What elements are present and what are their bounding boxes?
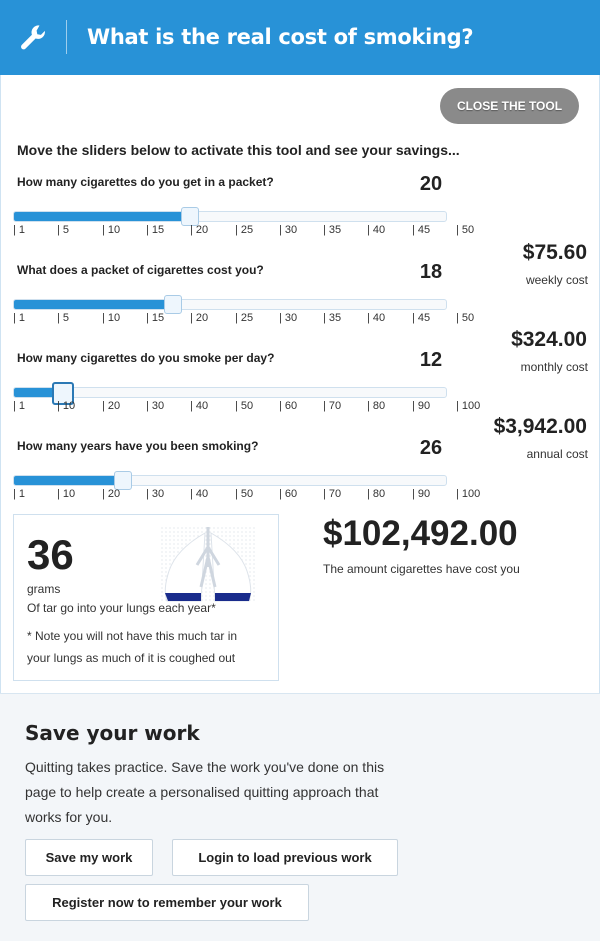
slider-value-packet-cost: 18 xyxy=(419,261,443,283)
tick-label: | 15 xyxy=(146,224,165,236)
slider-fill xyxy=(14,300,173,309)
tick-label: | 60 xyxy=(279,488,298,500)
tick-label: | 5 xyxy=(57,224,70,236)
tick-label: | 100 xyxy=(456,400,481,412)
close-tool-button[interactable]: CLOSE THE TOOL xyxy=(440,88,579,124)
save-title: Save your work xyxy=(25,721,200,745)
slider-ticks-packet-cost: | 1 | 5 | 10 | 15 | 20 | 25 | 30 | 35 | 40 | 45 | … xyxy=(13,312,475,326)
save-description: Quitting takes practice. Save the work y… xyxy=(25,759,385,825)
tick-label: | 20 xyxy=(190,224,209,236)
tick-label: | 5 xyxy=(57,312,70,324)
tar-amount: 36 xyxy=(27,531,74,578)
tick-label: | 90 xyxy=(412,400,431,412)
header-divider xyxy=(66,20,67,54)
total-cost-label: The amount cigarettes have cost you xyxy=(323,562,520,576)
tar-unit: grams xyxy=(27,582,61,596)
tick-label: | 10 xyxy=(102,224,121,236)
tick-label: | 1 xyxy=(13,400,26,412)
tick-label: | 25 xyxy=(235,312,254,324)
slider-ticks-per-day: | 1 | 10 | 20 | 30 | 40 | 50 | 60 | 70 | 80 | 90 |… xyxy=(13,400,480,414)
tick-label: | 70 xyxy=(323,400,342,412)
tick-label: | 50 xyxy=(456,312,475,324)
slider-question-per-day: How many cigarettes do you smoke per day… xyxy=(17,351,275,365)
tick-label: | 1 xyxy=(13,224,26,236)
lungs-icon xyxy=(161,527,255,603)
tick-label: | 20 xyxy=(102,488,121,500)
save-section: Save your work Quitting takes practice. … xyxy=(0,693,600,941)
slider-ticks-packet-size: | 1 | 5 | 10 | 15 | 20 | 25 | 30 | 35 | 40 | 45 | … xyxy=(13,224,475,238)
slider-fill xyxy=(14,212,190,221)
tick-label: | 35 xyxy=(323,224,342,236)
tick-label: | 10 xyxy=(102,312,121,324)
tick-label: | 20 xyxy=(102,400,121,412)
tick-label: | 70 xyxy=(323,488,342,500)
slider-track-packet-cost[interactable] xyxy=(13,295,447,314)
header-bar: What is the real cost of smoking? xyxy=(0,0,600,75)
wrench-icon xyxy=(21,25,45,50)
tick-label: | 45 xyxy=(412,224,431,236)
page-title: What is the real cost of smoking? xyxy=(87,25,474,49)
tick-label: | 80 xyxy=(367,400,386,412)
save-my-work-button[interactable]: Save my work xyxy=(25,839,153,876)
tar-panel: 36 grams Of tar go into your lungs each … xyxy=(13,514,279,681)
slider-track-years[interactable] xyxy=(13,471,447,490)
tick-label: | 50 xyxy=(456,224,475,236)
tar-description: Of tar go into your lungs each year* xyxy=(27,601,216,615)
annual-cost-label: annual cost xyxy=(526,447,588,461)
register-button[interactable]: Register now to remember your work xyxy=(25,884,309,921)
tick-label: | 50 xyxy=(235,488,254,500)
tick-label: | 100 xyxy=(456,488,481,500)
tick-label: | 20 xyxy=(190,312,209,324)
tick-label: | 40 xyxy=(190,488,209,500)
slider-question-packet-cost: What does a packet of cigarettes cost yo… xyxy=(17,263,264,277)
slider-question-packet-size: How many cigarettes do you get in a pack… xyxy=(17,175,274,189)
intro-text: Move the sliders below to activate this … xyxy=(17,142,460,158)
tick-label: | 30 xyxy=(279,224,298,236)
slider-value-packet-size: 20 xyxy=(419,173,443,195)
tick-label: | 40 xyxy=(367,312,386,324)
tick-label: | 90 xyxy=(412,488,431,500)
monthly-cost-label: monthly cost xyxy=(520,360,588,374)
tick-label: | 35 xyxy=(323,312,342,324)
slider-value-per-day: 12 xyxy=(419,349,443,371)
monthly-cost-value: $324.00 xyxy=(511,328,587,351)
tick-label: | 40 xyxy=(367,224,386,236)
tick-label: | 50 xyxy=(235,400,254,412)
total-cost-value: $102,492.00 xyxy=(323,514,518,553)
tick-label: | 45 xyxy=(412,312,431,324)
slider-track-packet-size[interactable] xyxy=(13,207,447,226)
tick-label: | 60 xyxy=(279,400,298,412)
slider-question-years: How many years have you been smoking? xyxy=(17,439,259,453)
weekly-cost-value: $75.60 xyxy=(522,241,587,264)
slider-fill xyxy=(14,476,123,485)
tick-label: | 30 xyxy=(146,488,165,500)
tick-label: | 30 xyxy=(146,400,165,412)
tick-label: | 10 xyxy=(57,488,76,500)
tick-label: | 40 xyxy=(190,400,209,412)
tick-label: | 80 xyxy=(367,488,386,500)
tick-label: | 10 xyxy=(57,400,76,412)
login-load-work-button[interactable]: Login to load previous work xyxy=(172,839,398,876)
slider-ticks-years: | 1 | 10 | 20 | 30 | 40 | 50 | 60 | 70 | 80 | 90 |… xyxy=(13,488,480,502)
weekly-cost-label: weekly cost xyxy=(525,273,588,287)
annual-cost-value: $3,942.00 xyxy=(493,415,587,438)
tick-label: | 30 xyxy=(279,312,298,324)
tar-note: * Note you will not have this much tar i… xyxy=(27,629,238,665)
tick-label: | 1 xyxy=(13,488,26,500)
tick-label: | 1 xyxy=(13,312,26,324)
slider-track-per-day[interactable] xyxy=(13,382,447,405)
slider-value-years: 26 xyxy=(419,437,443,459)
tick-label: | 15 xyxy=(146,312,165,324)
tick-label: | 25 xyxy=(235,224,254,236)
